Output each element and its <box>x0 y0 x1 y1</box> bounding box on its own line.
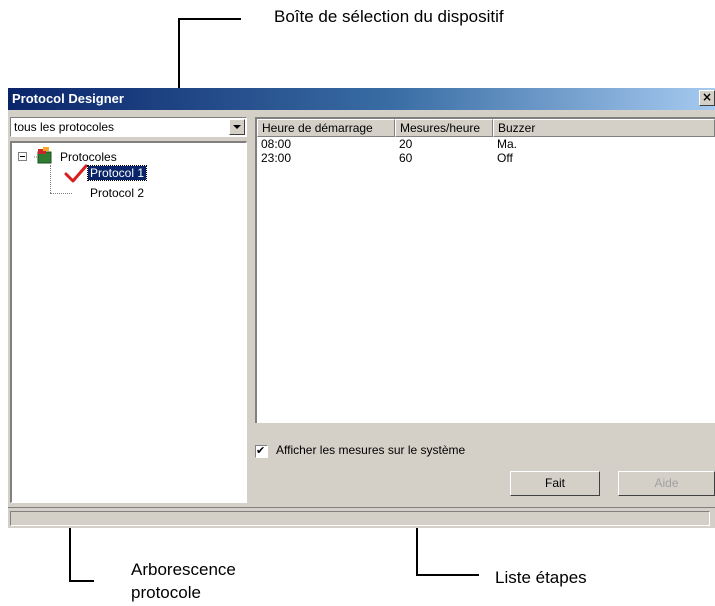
status-panel <box>10 511 710 526</box>
status-bar <box>8 507 715 528</box>
show-measurements-checkbox[interactable]: ✔ <box>255 444 268 458</box>
column-header-measures-per-hour[interactable]: Mesures/heure <box>395 119 493 137</box>
step-list[interactable]: Heure de démarrage Mesures/heure Buzzer … <box>255 117 715 423</box>
callout-line <box>69 580 94 582</box>
dropdown-arrow-icon[interactable] <box>229 119 245 135</box>
checkmark-icon: ✔ <box>256 444 266 457</box>
table-cell[interactable]: 60 <box>399 151 412 165</box>
table-cell[interactable]: 23:00 <box>261 151 291 165</box>
device-select-value: tous les protocoles <box>14 120 115 134</box>
column-header-buzzer[interactable]: Buzzer <box>493 119 715 137</box>
tree-connector <box>50 193 72 194</box>
protocol-tree-callout-line2: protocole <box>131 583 201 602</box>
table-cell[interactable]: Ma. <box>497 137 517 151</box>
show-measurements-label: Afficher les mesures sur le système <box>276 443 466 457</box>
table-cell[interactable]: Off <box>497 151 513 165</box>
tree-connector <box>50 165 51 193</box>
tree-item-protocol-2[interactable]: Protocol 2 <box>90 186 144 200</box>
table-cell[interactable]: 20 <box>399 137 412 151</box>
tree-root-label[interactable]: Protocoles <box>60 150 117 164</box>
active-check-icon <box>64 164 88 183</box>
tree-item-protocol-1[interactable]: Protocol 1 <box>86 165 148 181</box>
title-bar[interactable]: Protocol Designer × <box>8 88 715 110</box>
collapse-icon[interactable] <box>18 152 27 161</box>
table-cell[interactable]: 08:00 <box>261 137 291 151</box>
callout-line <box>416 574 479 576</box>
done-button[interactable]: Fait <box>510 471 600 496</box>
close-button[interactable]: × <box>699 90 715 106</box>
protocols-folder-icon <box>34 147 52 164</box>
column-header-start-time[interactable]: Heure de démarrage <box>257 119 395 137</box>
callout-line <box>178 18 241 20</box>
help-button[interactable]: Aide <box>618 471 715 496</box>
protocol-designer-window: Protocol Designer × tous les protocoles … <box>8 88 715 528</box>
step-list-callout: Liste étapes <box>495 568 587 587</box>
window-title: Protocol Designer <box>12 91 124 106</box>
protocol-tree[interactable]: Protocoles Protocol 1 Protocol 2 <box>10 141 247 503</box>
device-select[interactable]: tous les protocoles <box>10 117 247 137</box>
device-selector-callout: Boîte de sélection du dispositif <box>274 7 504 26</box>
protocol-tree-callout: Arborescence <box>131 560 236 579</box>
